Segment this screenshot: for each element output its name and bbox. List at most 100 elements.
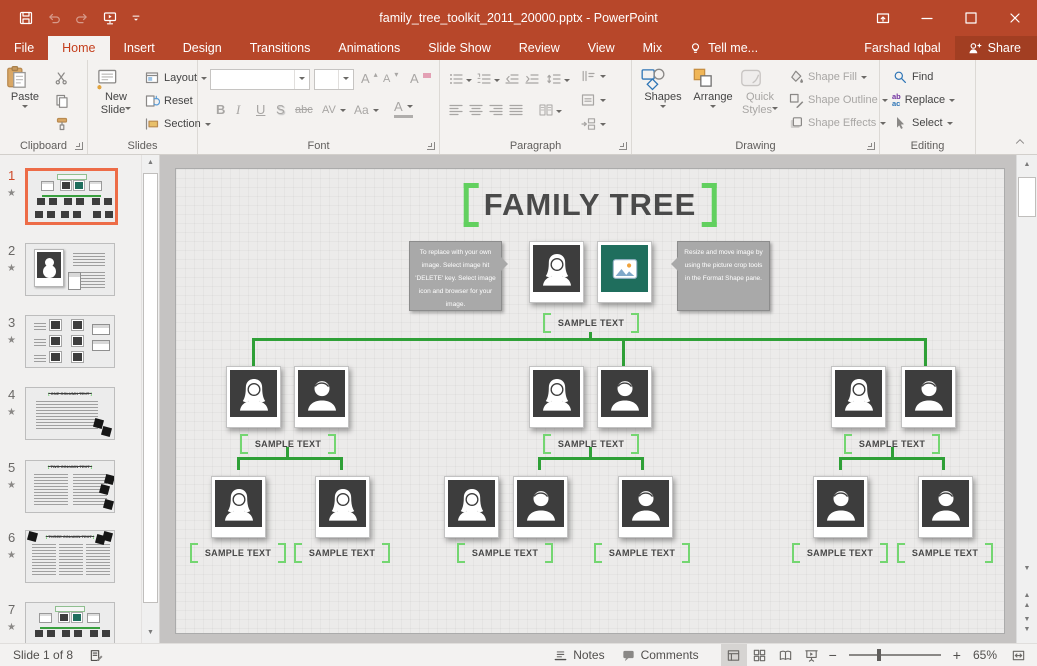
- photo-woman[interactable]: [315, 476, 370, 538]
- photo-man[interactable]: [813, 476, 868, 538]
- shrink-font-button[interactable]: A▾: [383, 69, 398, 89]
- share-button[interactable]: Share: [955, 36, 1037, 60]
- grow-font-button[interactable]: A▴: [361, 69, 378, 89]
- line-spacing-icon[interactable]: [546, 69, 562, 89]
- sample-text-label[interactable]: SAMPLE TEXT: [543, 313, 639, 333]
- scroll-down-icon[interactable]: ▼: [1017, 561, 1037, 577]
- vertical-scrollbar[interactable]: ▲ ▼ ▲▲ ▼▼: [1016, 155, 1037, 643]
- slide-thumbnail-preview[interactable]: [25, 168, 118, 225]
- scrollbar-thumb[interactable]: [143, 173, 158, 603]
- slide-editing-area[interactable]: FAMILY TREE SAMPLE TEXT SAMPLE TEXT SAMPLE…: [175, 168, 1005, 634]
- smartart-icon[interactable]: [580, 114, 596, 134]
- ribbon-display-icon[interactable]: [861, 0, 905, 36]
- sample-text-label[interactable]: SAMPLE TEXT: [543, 434, 639, 454]
- photo-man[interactable]: [618, 476, 673, 538]
- undo-icon[interactable]: [46, 10, 62, 26]
- notes-button[interactable]: Notes: [545, 644, 612, 666]
- align-right-icon[interactable]: [488, 100, 504, 120]
- text-shadow-button[interactable]: S: [276, 100, 285, 120]
- previous-slide-icon[interactable]: ▲▲: [1017, 591, 1037, 611]
- view-sorter-icon[interactable]: [747, 644, 773, 666]
- photo-man[interactable]: [918, 476, 973, 538]
- scroll-down-icon[interactable]: ▼: [142, 625, 159, 641]
- sample-text-label[interactable]: SAMPLE TEXT: [844, 434, 940, 454]
- justify-icon[interactable]: [508, 100, 524, 120]
- slide-thumbnail-6[interactable]: 6★THREE COLUMN TEXT: [25, 530, 115, 583]
- photo-man[interactable]: [597, 366, 652, 428]
- slide-thumbnail-preview[interactable]: TWO COLUMN TEXT: [25, 460, 115, 513]
- sample-text-label[interactable]: SAMPLE TEXT: [457, 543, 553, 563]
- instruction-callout-right[interactable]: Resize and move image by using the pictu…: [677, 241, 770, 311]
- qat-customize-icon[interactable]: [130, 12, 142, 24]
- scroll-up-icon[interactable]: ▲: [142, 155, 159, 171]
- sample-text-label[interactable]: SAMPLE TEXT: [190, 543, 286, 563]
- format-painter-icon[interactable]: [54, 114, 70, 134]
- quick-styles-button[interactable]: Quick Styles: [738, 65, 782, 117]
- arrange-button[interactable]: Arrange: [690, 65, 736, 111]
- zoom-slider-thumb[interactable]: [877, 649, 881, 661]
- numbering-icon[interactable]: [476, 69, 492, 89]
- font-size-combo[interactable]: [314, 69, 354, 90]
- minimize-icon[interactable]: [905, 0, 949, 36]
- slide-thumbnail-preview[interactable]: ONE COLUMN TEXT: [25, 387, 115, 440]
- next-slide-icon[interactable]: ▼▼: [1017, 615, 1037, 635]
- replace-button[interactable]: abac Replace: [892, 90, 955, 110]
- tab-view[interactable]: View: [574, 36, 629, 60]
- scroll-up-icon[interactable]: ▲: [1017, 157, 1037, 173]
- view-slideshow-icon[interactable]: [799, 644, 825, 666]
- tab-animations[interactable]: Animations: [324, 36, 414, 60]
- shape-effects-button[interactable]: Shape Effects: [788, 113, 886, 133]
- tell-me-box[interactable]: Tell me...: [676, 36, 770, 60]
- collapse-ribbon-icon[interactable]: [1013, 134, 1027, 148]
- photo-woman[interactable]: [211, 476, 266, 538]
- sample-text-label[interactable]: SAMPLE TEXT: [792, 543, 888, 563]
- reset-button[interactable]: Reset: [144, 91, 193, 111]
- character-spacing-button[interactable]: AV: [322, 100, 346, 120]
- align-left-icon[interactable]: [448, 100, 464, 120]
- drawing-dialog-launcher[interactable]: [867, 142, 875, 150]
- slide-thumbnail-preview[interactable]: [25, 315, 115, 368]
- font-name-combo[interactable]: [210, 69, 310, 90]
- scrollbar-thumb[interactable]: [1018, 177, 1036, 217]
- account-name[interactable]: Farshad Iqbal: [850, 36, 954, 60]
- new-slide-button[interactable]: New Slide: [94, 65, 138, 117]
- view-reading-icon[interactable]: [773, 644, 799, 666]
- font-color-button[interactable]: A: [394, 98, 413, 118]
- paragraph-dialog-launcher[interactable]: [619, 142, 627, 150]
- bullets-icon[interactable]: [448, 69, 464, 89]
- text-direction-icon[interactable]: [580, 66, 596, 86]
- slide-thumbnail-2[interactable]: 2★: [25, 243, 115, 296]
- sample-text-label[interactable]: SAMPLE TEXT: [897, 543, 993, 563]
- photo-woman[interactable]: [444, 476, 499, 538]
- photo-woman[interactable]: [831, 366, 886, 428]
- cut-icon[interactable]: [54, 68, 70, 88]
- clear-formatting-button[interactable]: A: [410, 69, 431, 89]
- redo-icon[interactable]: [74, 10, 90, 26]
- find-button[interactable]: Find: [892, 67, 933, 87]
- tab-design[interactable]: Design: [169, 36, 236, 60]
- slide-thumbnail-5[interactable]: 5★TWO COLUMN TEXT: [25, 460, 115, 513]
- photo-placeholder[interactable]: [597, 241, 652, 303]
- tab-mix[interactable]: Mix: [629, 36, 676, 60]
- slide-thumbnail-1[interactable]: 1★: [25, 168, 118, 225]
- slide-thumbnail-4[interactable]: 4★ONE COLUMN TEXT: [25, 387, 115, 440]
- tab-insert[interactable]: Insert: [110, 36, 169, 60]
- close-icon[interactable]: [993, 0, 1037, 36]
- zoom-slider[interactable]: [849, 654, 941, 656]
- bold-button[interactable]: B: [216, 100, 225, 120]
- fit-window-icon[interactable]: [1005, 644, 1031, 666]
- slide-title[interactable]: FAMILY TREE: [464, 185, 717, 225]
- italic-button[interactable]: I: [236, 100, 240, 120]
- paste-button[interactable]: Paste: [4, 65, 46, 111]
- sample-text-label[interactable]: SAMPLE TEXT: [594, 543, 690, 563]
- sample-text-label[interactable]: SAMPLE TEXT: [240, 434, 336, 454]
- slide-thumbnail-7[interactable]: 7★: [25, 602, 115, 643]
- shape-outline-button[interactable]: Shape Outline: [788, 90, 888, 110]
- clipboard-dialog-launcher[interactable]: [75, 142, 83, 150]
- slide-thumbnail-preview[interactable]: [25, 243, 115, 296]
- photo-man[interactable]: [901, 366, 956, 428]
- tab-review[interactable]: Review: [505, 36, 574, 60]
- select-button[interactable]: Select: [892, 113, 953, 133]
- photo-man[interactable]: [513, 476, 568, 538]
- photo-woman[interactable]: [226, 366, 281, 428]
